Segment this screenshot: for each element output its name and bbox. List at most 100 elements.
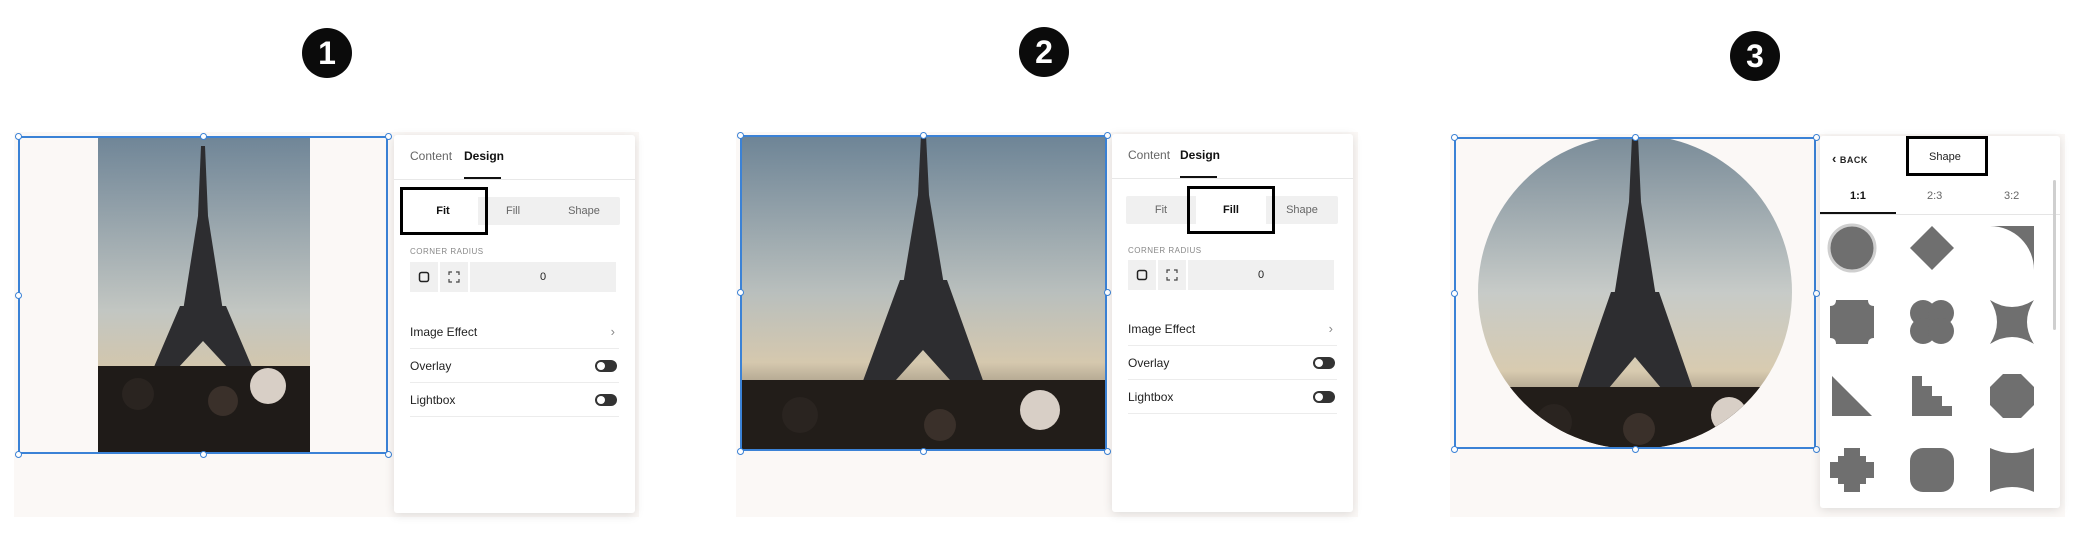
- selection-outline: [1454, 137, 1816, 449]
- lightbox-toggle[interactable]: [595, 393, 617, 406]
- ratio-tab-1-1[interactable]: 1:1: [1850, 190, 1866, 202]
- lightbox-toggle[interactable]: [1313, 390, 1335, 403]
- shape-quatrefoil[interactable]: [1906, 296, 1958, 348]
- individual-radius-button[interactable]: [440, 262, 468, 292]
- notched-square-shape-icon: [1830, 300, 1874, 344]
- back-label: BACK: [1839, 155, 1868, 165]
- ratio-tab-2-3[interactable]: 2:3: [1927, 190, 1942, 202]
- lightbox-row: Lightbox: [1128, 380, 1337, 414]
- square-icon: [1136, 269, 1148, 281]
- rounded-square-shape-icon: [1910, 448, 1954, 492]
- shape-right-triangle[interactable]: [1826, 370, 1878, 422]
- overlay-row: Overlay: [410, 349, 619, 383]
- image-effect-row[interactable]: Image Effect ›: [1128, 312, 1337, 346]
- resize-handle-br[interactable]: [1104, 448, 1111, 455]
- right-triangle-shape-icon: [1832, 376, 1872, 416]
- resize-handle-mr[interactable]: [1813, 290, 1820, 297]
- ratio-tabs: 1:1 2:3 3:2: [1820, 180, 2060, 215]
- chevron-right-icon: ›: [610, 324, 615, 339]
- uniform-radius-button[interactable]: [1128, 260, 1156, 290]
- uniform-radius-button[interactable]: [410, 262, 438, 292]
- corner-radius-label: CORNER RADIUS: [410, 247, 484, 256]
- corners-icon: [1166, 269, 1178, 281]
- resize-handle-ml[interactable]: [1451, 290, 1458, 297]
- scrollbar[interactable]: [2053, 180, 2056, 330]
- resize-handle-tl[interactable]: [15, 133, 22, 140]
- highlight-box: [1906, 136, 1988, 176]
- lightbox-label: Lightbox: [410, 392, 456, 407]
- lightbox-label: Lightbox: [1128, 389, 1174, 404]
- image-effect-label: Image Effect: [1128, 321, 1196, 336]
- image-effect-row[interactable]: Image Effect ›: [410, 315, 619, 349]
- cross-shape-icon: [1830, 448, 1874, 492]
- quarter-circle-shape-icon: [1990, 226, 2034, 270]
- concave-star-shape-icon: [1990, 300, 2034, 344]
- design-panel: Content Design Fit Fill Shape CORNER RAD…: [1112, 134, 1353, 512]
- square-icon: [418, 271, 430, 283]
- shape-notched-square[interactable]: [1826, 296, 1878, 348]
- overlay-row: Overlay: [1128, 346, 1337, 380]
- resize-handle-tm[interactable]: [1632, 134, 1639, 141]
- overlay-toggle[interactable]: [1313, 356, 1335, 369]
- step-badge-1: 1: [302, 28, 352, 78]
- resize-handle-ml[interactable]: [15, 292, 22, 299]
- resize-handle-ml[interactable]: [737, 289, 744, 296]
- resize-handle-bl[interactable]: [15, 451, 22, 458]
- panel-tabs: Content Design: [1112, 134, 1353, 179]
- chevron-right-icon: ›: [1328, 321, 1333, 336]
- overlay-toggle[interactable]: [595, 359, 617, 372]
- shape-cross[interactable]: [1826, 444, 1878, 496]
- overlay-label: Overlay: [410, 358, 452, 373]
- resize-handle-tl[interactable]: [1451, 134, 1458, 141]
- highlight-box: [400, 187, 488, 235]
- shape-rounded-square[interactable]: [1906, 444, 1958, 496]
- chevron-left-icon: ‹: [1832, 151, 1837, 166]
- resize-handle-tl[interactable]: [737, 132, 744, 139]
- resize-handle-tr[interactable]: [1104, 132, 1111, 139]
- shape-concave-star[interactable]: [1986, 296, 2038, 348]
- shape-button[interactable]: Shape: [1266, 196, 1338, 224]
- resize-handle-tm[interactable]: [920, 132, 927, 139]
- resize-handle-bl[interactable]: [1451, 446, 1458, 453]
- lightbox-row: Lightbox: [410, 383, 619, 417]
- shape-button[interactable]: Shape: [548, 197, 620, 225]
- step-badge-3: 3: [1730, 31, 1780, 81]
- fill-button[interactable]: Fill: [478, 197, 548, 225]
- resize-handle-mr[interactable]: [1104, 289, 1111, 296]
- resize-handle-br[interactable]: [1813, 446, 1820, 453]
- design-panel: Content Design Fit Fill Shape CORNER RAD…: [394, 135, 635, 513]
- resize-handle-tr[interactable]: [1813, 134, 1820, 141]
- shape-octagon[interactable]: [1986, 370, 2038, 422]
- tab-content[interactable]: Content: [1128, 148, 1170, 162]
- ratio-tab-3-2[interactable]: 3:2: [2004, 190, 2019, 202]
- corners-icon: [448, 271, 460, 283]
- individual-radius-button[interactable]: [1158, 260, 1186, 290]
- resize-handle-bm[interactable]: [200, 451, 207, 458]
- resize-handle-bm[interactable]: [1632, 446, 1639, 453]
- circle-shape-icon: [1827, 223, 1877, 273]
- shape-bowtie[interactable]: [1986, 444, 2038, 496]
- tab-content[interactable]: Content: [410, 149, 452, 163]
- selection-outline: [740, 135, 1107, 451]
- step-badge-2: 2: [1019, 27, 1069, 77]
- image-effect-label: Image Effect: [410, 324, 478, 339]
- back-button[interactable]: ‹ BACK: [1832, 151, 1868, 166]
- shape-diamond[interactable]: [1906, 222, 1958, 274]
- fit-button[interactable]: Fit: [1126, 196, 1196, 224]
- highlight-box: [1187, 186, 1275, 234]
- shape-circle[interactable]: [1826, 222, 1878, 274]
- shape-staircase[interactable]: [1906, 370, 1958, 422]
- shape-quarter-circle[interactable]: [1986, 222, 2038, 274]
- resize-handle-tm[interactable]: [200, 133, 207, 140]
- corner-radius-input[interactable]: 0: [1188, 260, 1334, 290]
- tab-design[interactable]: Design: [464, 149, 504, 163]
- corner-radius-input[interactable]: 0: [470, 262, 616, 292]
- panel-tabs: Content Design: [394, 135, 635, 180]
- resize-handle-br[interactable]: [385, 451, 392, 458]
- resize-handle-bl[interactable]: [737, 448, 744, 455]
- tab-design[interactable]: Design: [1180, 148, 1220, 162]
- resize-handle-bm[interactable]: [920, 448, 927, 455]
- quatrefoil-shape-icon: [1910, 300, 1954, 344]
- resize-handle-tr[interactable]: [385, 133, 392, 140]
- diamond-shape-icon: [1910, 226, 1954, 270]
